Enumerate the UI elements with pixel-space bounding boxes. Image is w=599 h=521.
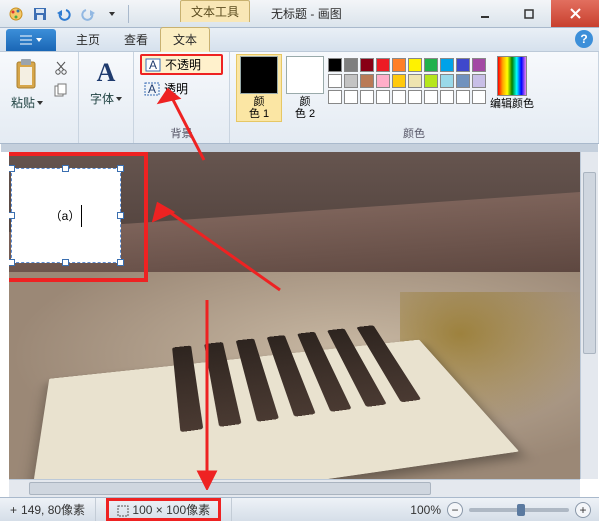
document-title: 无标题 - 画图 [271, 5, 342, 22]
maximize-button[interactable] [507, 0, 551, 27]
canvas[interactable]: （a） [9, 152, 580, 479]
palette-swatch[interactable] [376, 58, 390, 72]
palette-swatch-empty[interactable] [344, 90, 358, 104]
window-controls [463, 0, 599, 27]
color1-swatch [240, 56, 278, 94]
palette-swatch-empty[interactable] [328, 90, 342, 104]
ribbon-tab-row: 主页 查看 文本 ? [0, 28, 599, 52]
palette-swatch[interactable] [472, 74, 486, 88]
zoom-controls: 100% − + [402, 502, 599, 518]
annotation-arrow-1 [154, 80, 214, 170]
palette-swatch[interactable] [424, 74, 438, 88]
palette-swatch[interactable] [408, 74, 422, 88]
palette-swatch[interactable] [456, 74, 470, 88]
group-clipboard: 粘贴 [0, 52, 79, 143]
title-bar: 文本工具 无标题 - 画图 [0, 0, 599, 28]
qat-customize-button[interactable] [101, 3, 123, 25]
palette-swatch-empty[interactable] [408, 90, 422, 104]
text-cursor [81, 205, 82, 227]
palette-swatch[interactable] [424, 58, 438, 72]
close-button[interactable] [551, 0, 599, 27]
group-label-colors: 颜色 [236, 123, 592, 141]
status-bar: + 149, 80像素 100 × 100像素 100% − + [0, 497, 599, 521]
scrollbar-vertical[interactable] [580, 152, 598, 479]
zoom-in-button[interactable]: + [575, 502, 591, 518]
palette-swatch[interactable] [376, 74, 390, 88]
opaque-button[interactable]: A 不透明 [140, 54, 223, 75]
separator [128, 5, 129, 23]
palette-swatch[interactable] [392, 74, 406, 88]
palette-swatch[interactable] [328, 74, 342, 88]
palette-swatch-empty[interactable] [360, 90, 374, 104]
minimize-button[interactable] [463, 0, 507, 27]
palette-swatch[interactable] [456, 58, 470, 72]
text-input-box[interactable]: （a） [11, 168, 121, 263]
color2-swatch [286, 56, 324, 94]
color1-button[interactable]: 颜 色 1 [236, 54, 282, 122]
opaque-icon: A [145, 58, 161, 72]
ruler [1, 144, 598, 152]
contextual-tab-header: 文本工具 [180, 0, 250, 22]
copy-button[interactable] [50, 80, 72, 100]
palette-swatch-empty[interactable] [376, 90, 390, 104]
opaque-label: 不透明 [165, 56, 201, 73]
palette-swatch[interactable] [408, 58, 422, 72]
palette-swatch-empty[interactable] [456, 90, 470, 104]
palette-swatch[interactable] [440, 74, 454, 88]
ribbon: 粘贴 A 字体 A 不透明 A 透明 [0, 52, 599, 144]
zoom-out-button[interactable]: − [447, 502, 463, 518]
annotation-highlight-textbox: （a） [9, 152, 148, 282]
palette-swatch[interactable] [392, 58, 406, 72]
scrollbar-horizontal[interactable] [9, 479, 580, 497]
color-palette [328, 54, 486, 104]
redo-button[interactable] [77, 3, 99, 25]
crosshair-icon: + [10, 503, 17, 517]
palette-swatch[interactable] [344, 74, 358, 88]
paste-button[interactable]: 粘贴 [6, 54, 48, 111]
annotation-arrow-3 [192, 300, 222, 490]
font-button[interactable]: A 字体 [85, 54, 127, 107]
palette-swatch[interactable] [360, 74, 374, 88]
rainbow-icon [497, 56, 527, 96]
selection-size-icon [117, 505, 129, 517]
color2-button[interactable]: 颜 色 2 [286, 54, 324, 120]
help-button[interactable]: ? [575, 30, 593, 48]
annotation-arrow-2 [140, 190, 290, 300]
svg-text:A: A [149, 58, 157, 72]
edit-colors-button[interactable]: 编辑颜色 [490, 54, 534, 110]
zoom-level: 100% [410, 503, 441, 517]
palette-swatch-empty[interactable] [440, 90, 454, 104]
save-button[interactable] [29, 3, 51, 25]
palette-swatch[interactable] [344, 58, 358, 72]
tab-text[interactable]: 文本 [160, 27, 210, 52]
group-font: A 字体 [79, 52, 134, 143]
group-label-font [85, 139, 127, 141]
status-selection-size: 100 × 100像素 [96, 498, 232, 521]
tab-home[interactable]: 主页 [64, 28, 112, 51]
zoom-slider[interactable] [469, 508, 569, 512]
palette-swatch[interactable] [328, 58, 342, 72]
tab-view[interactable]: 查看 [112, 28, 160, 51]
status-cursor-position: + 149, 80像素 [0, 498, 96, 521]
text-input-content: （a） [50, 207, 81, 224]
palette-swatch[interactable] [440, 58, 454, 72]
palette-swatch-empty[interactable] [472, 90, 486, 104]
palette-swatch[interactable] [472, 58, 486, 72]
file-menu-button[interactable] [6, 29, 56, 51]
group-label-clipboard [6, 139, 72, 141]
work-area: （a） [1, 144, 598, 497]
app-icon [5, 3, 27, 25]
cut-button[interactable] [50, 58, 72, 78]
palette-swatch-empty[interactable] [392, 90, 406, 104]
palette-swatch[interactable] [360, 58, 374, 72]
annotation-highlight-size: 100 × 100像素 [106, 498, 221, 521]
group-colors: 颜 色 1 颜 色 2 编辑颜色 颜色 [230, 52, 599, 143]
quick-access-toolbar [0, 0, 137, 27]
palette-swatch-empty[interactable] [424, 90, 438, 104]
undo-button[interactable] [53, 3, 75, 25]
